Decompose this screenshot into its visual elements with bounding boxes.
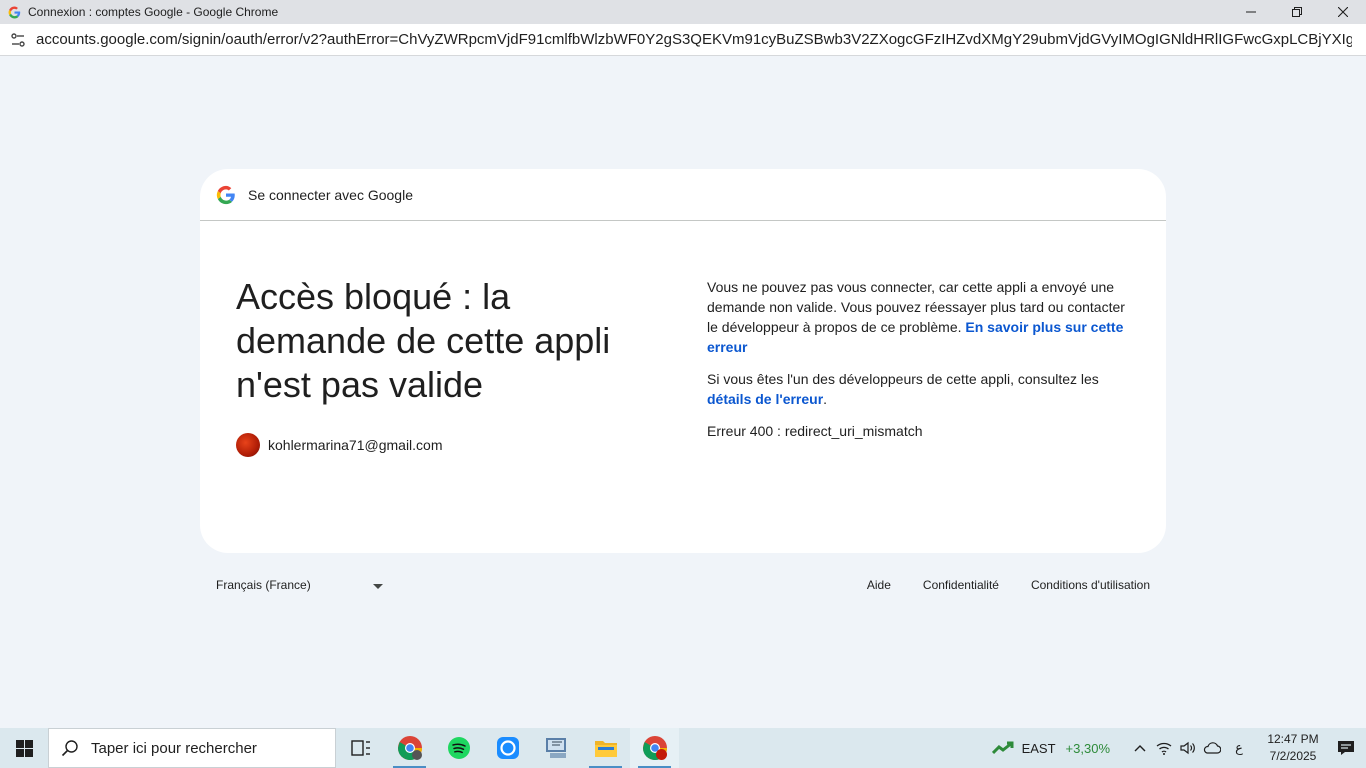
avatar — [236, 433, 260, 457]
taskbar: Taper ici pour rechercher EAST +3,30% ع … — [0, 728, 1366, 768]
close-button[interactable] — [1320, 0, 1366, 24]
file-explorer-app[interactable] — [581, 728, 630, 768]
google-g-icon — [216, 185, 235, 204]
windows-icon — [15, 739, 33, 757]
volume-button[interactable] — [1176, 741, 1200, 755]
restore-icon — [1292, 7, 1302, 17]
show-hidden-icons-button[interactable] — [1128, 744, 1152, 752]
page-title: Accès bloqué : la demande de cette appli… — [236, 276, 611, 405]
google-logo-icon — [6, 4, 22, 20]
stock-chart-icon — [991, 741, 1014, 755]
chevron-up-icon — [1134, 745, 1146, 752]
folder-icon — [594, 741, 617, 757]
chrome-profile-app[interactable] — [385, 728, 434, 768]
clock[interactable]: 12:47 PM 7/2/2025 — [1260, 731, 1326, 765]
language-selector[interactable]: Français (France) — [216, 578, 383, 592]
messenger-app[interactable] — [483, 728, 532, 768]
search-icon — [61, 740, 78, 757]
restore-button[interactable] — [1274, 0, 1320, 24]
error-details-link[interactable]: détails de l'erreur — [707, 391, 823, 407]
chrome-icon — [397, 736, 422, 761]
wifi-icon — [1156, 742, 1172, 755]
app-icon — [496, 737, 519, 759]
task-view-button[interactable] — [336, 728, 385, 768]
spotify-icon — [447, 737, 470, 759]
account-chip[interactable]: kohlermarina71@gmail.com — [236, 433, 443, 457]
card-header-text: Se connecter avec Google — [248, 186, 413, 203]
computer-app[interactable] — [532, 728, 581, 768]
language-label: Français (France) — [216, 578, 311, 592]
speaker-icon — [1180, 741, 1195, 755]
cloud-icon — [1203, 742, 1221, 754]
notifications-button[interactable] — [1326, 740, 1366, 756]
clock-time: 12:47 PM — [1267, 732, 1319, 746]
computer-icon — [545, 738, 566, 758]
system-tray: EAST +3,30% ع 12:47 PM 7/2/2025 — [991, 728, 1366, 768]
onedrive-button[interactable] — [1200, 742, 1224, 754]
window-controls — [1228, 0, 1366, 24]
terms-link[interactable]: Conditions d'utilisation — [1031, 578, 1150, 592]
footer-links: Aide Confidentialité Conditions d'utilis… — [867, 578, 1150, 592]
developer-note-text: Si vous êtes l'un des développeurs de ce… — [707, 371, 1099, 387]
search-placeholder: Taper ici pour rechercher — [91, 739, 257, 757]
window-title: Connexion : comptes Google - Google Chro… — [28, 5, 279, 19]
window-titlebar: Connexion : comptes Google - Google Chro… — [0, 0, 1366, 24]
minimize-button[interactable] — [1228, 0, 1274, 24]
notification-icon — [1338, 741, 1354, 755]
stock-symbol: EAST — [1021, 740, 1056, 756]
stock-widget[interactable]: EAST +3,30% — [991, 740, 1110, 756]
clock-date: 7/2/2025 — [1269, 749, 1317, 763]
task-view-icon — [350, 740, 370, 756]
error-code: Erreur 400 : redirect_uri_mismatch — [707, 423, 923, 439]
spotify-app[interactable] — [434, 728, 483, 768]
minimize-icon — [1246, 11, 1256, 13]
stock-change: +3,30% — [1065, 740, 1110, 756]
chrome-app[interactable] — [630, 728, 679, 768]
site-info-icon[interactable] — [0, 24, 36, 56]
chrome-icon — [642, 736, 667, 761]
chevron-down-icon — [373, 584, 383, 589]
account-email: kohlermarina71@gmail.com — [268, 437, 443, 453]
network-button[interactable] — [1152, 741, 1176, 755]
card-header: Se connecter avec Google — [200, 169, 1166, 221]
start-button[interactable] — [0, 728, 48, 768]
developer-note-end: . — [823, 391, 828, 407]
close-icon — [1338, 7, 1348, 17]
error-details: Vous ne pouvez pas vous connecter, car c… — [707, 277, 1137, 453]
signin-error-card: Se connecter avec Google Accès bloqué : … — [200, 169, 1166, 553]
url-field[interactable]: accounts.google.com/signin/oauth/error/v… — [36, 31, 1352, 48]
developer-note: Si vous êtes l'un des développeurs de ce… — [707, 369, 1137, 409]
address-bar: accounts.google.com/signin/oauth/error/v… — [0, 24, 1366, 56]
error-description: Vous ne pouvez pas vous connecter, car c… — [707, 277, 1137, 357]
page-footer: Français (France) Aide Confidentialité C… — [200, 575, 1166, 595]
taskbar-search[interactable]: Taper ici pour rechercher — [48, 728, 336, 768]
privacy-link[interactable]: Confidentialité — [923, 578, 999, 592]
input-language-indicator[interactable]: ع — [1224, 740, 1254, 756]
help-link[interactable]: Aide — [867, 578, 891, 592]
